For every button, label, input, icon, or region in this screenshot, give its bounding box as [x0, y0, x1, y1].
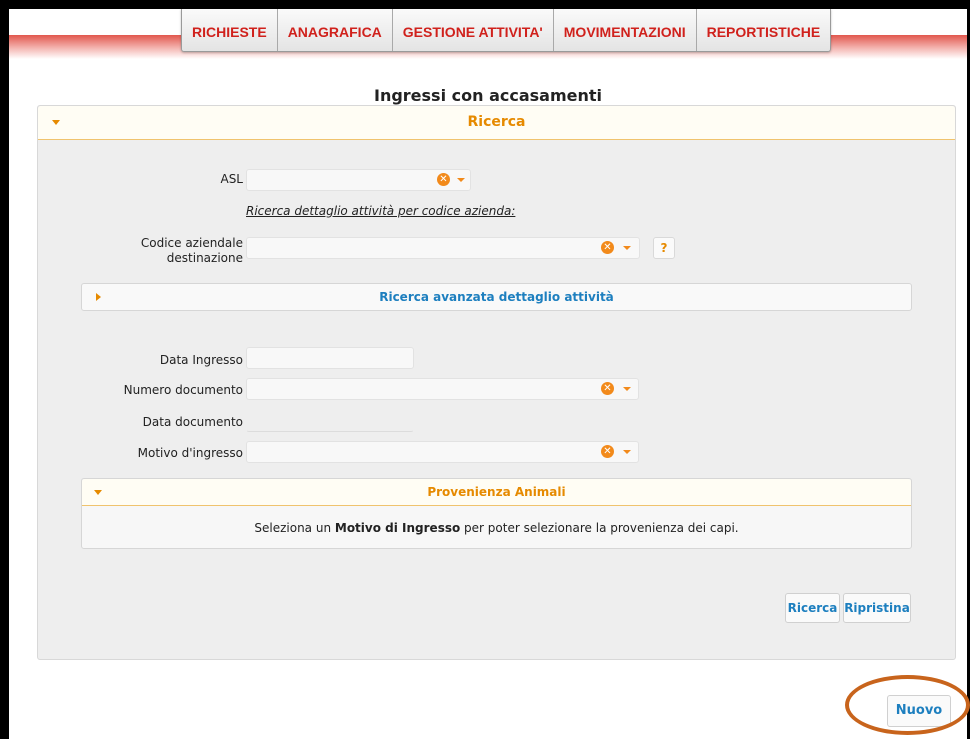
ricerca-panel-header[interactable]: Ricerca [38, 106, 955, 140]
numero-documento-label: Numero documento [123, 383, 243, 397]
provenienza-message-pre: Seleziona un [254, 521, 335, 535]
clear-icon[interactable]: ✕ [601, 445, 614, 458]
chevron-down-icon[interactable] [623, 387, 631, 391]
nav-item-reportistiche[interactable]: REPORTISTICHE [697, 9, 831, 51]
ricerca-avanzata-header[interactable]: Ricerca avanzata dettaglio attività [81, 283, 912, 311]
data-documento-label: Data documento [142, 415, 243, 429]
numero-documento-select[interactable]: ✕ [246, 378, 639, 400]
clear-icon[interactable]: ✕ [601, 241, 614, 254]
data-ingresso-label: Data Ingresso [159, 353, 243, 367]
nav-item-gestione-attivita[interactable]: GESTIONE ATTIVITA' [393, 9, 554, 51]
nav-item-anagrafica[interactable]: ANAGRAFICA [278, 9, 393, 51]
ricerca-panel: Ricerca ASL ✕ Ricerca dettaglio attività… [37, 105, 956, 660]
page: RICHIESTE ANAGRAFICA GESTIONE ATTIVITA' … [9, 9, 967, 739]
motivo-ingresso-label: Motivo d'ingresso [137, 446, 243, 460]
asl-select[interactable]: ✕ [246, 169, 471, 191]
ripristina-button[interactable]: Ripristina [843, 593, 911, 623]
nav-item-movimentazioni[interactable]: MOVIMENTAZIONI [554, 9, 697, 51]
ricerca-button[interactable]: Ricerca [785, 593, 840, 623]
clear-icon[interactable]: ✕ [601, 382, 614, 395]
page-title: Ingressi con accasamenti [373, 86, 602, 105]
codice-aziendale-label-line1: Codice aziendale [140, 236, 243, 250]
data-documento-input[interactable] [246, 410, 414, 432]
codice-azienda-link[interactable]: Ricerca dettaglio attività per codice az… [246, 204, 515, 218]
asl-label: ASL [220, 172, 243, 186]
ricerca-panel-title: Ricerca [467, 114, 526, 130]
motivo-ingresso-select[interactable]: ✕ [246, 441, 639, 463]
provenienza-animali-title: Provenienza Animali [427, 485, 566, 499]
provenienza-animali-header[interactable]: Provenienza Animali [82, 479, 911, 506]
chevron-down-icon[interactable] [623, 450, 631, 454]
clear-icon[interactable]: ✕ [437, 173, 450, 186]
main-nav: RICHIESTE ANAGRAFICA GESTIONE ATTIVITA' … [181, 9, 832, 52]
chevron-down-icon[interactable] [457, 178, 465, 182]
provenienza-animali-panel: Provenienza Animali Seleziona un Motivo … [81, 478, 912, 549]
codice-aziendale-label-line2: destinazione [166, 251, 243, 265]
highlight-annotation [845, 675, 970, 735]
ricerca-avanzata-title: Ricerca avanzata dettaglio attività [379, 290, 614, 304]
provenienza-message-post: per poter selezionare la provenienza dei… [460, 521, 739, 535]
codice-aziendale-select[interactable]: ✕ [246, 237, 640, 259]
nav-item-richieste[interactable]: RICHIESTE [182, 9, 278, 51]
data-ingresso-input[interactable] [246, 347, 414, 369]
provenienza-message-bold: Motivo di Ingresso [334, 521, 461, 535]
help-button[interactable]: ? [653, 237, 675, 259]
chevron-down-icon[interactable] [623, 246, 631, 250]
codice-aziendale-label: Codice aziendale destinazione [38, 236, 243, 266]
provenienza-message: Seleziona un Motivo di Ingresso per pote… [82, 521, 911, 535]
